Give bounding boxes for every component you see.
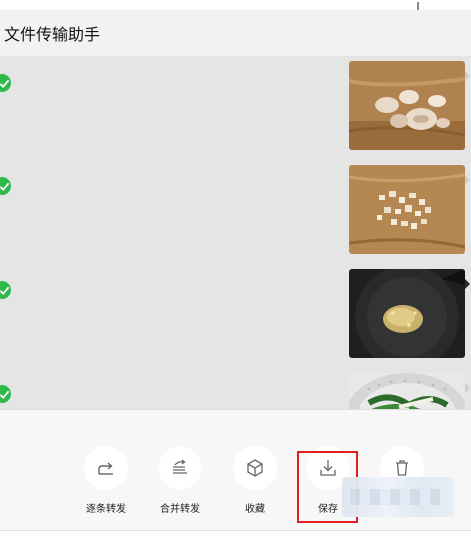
image-message-garlic-cloves[interactable] — [349, 61, 465, 150]
forward-icon[interactable] — [84, 446, 128, 490]
image-message-greens-in-colander[interactable] — [349, 373, 465, 409]
chat-title: 文件传输助手 — [4, 25, 101, 44]
merge-forward-icon[interactable] — [158, 446, 202, 490]
image-message-garlic-in-pan[interactable] — [349, 269, 465, 358]
bubble-tail — [465, 71, 470, 81]
forward-one-by-one-button[interactable]: 逐条转发 — [76, 446, 136, 515]
cube-icon[interactable] — [233, 446, 277, 490]
message-list[interactable] — [0, 57, 471, 409]
merge-forward-button[interactable]: 合并转发 — [150, 446, 210, 515]
merge-forward-label: 合并转发 — [160, 504, 200, 515]
message-row[interactable] — [0, 161, 471, 257]
blurred-overlay — [342, 477, 454, 517]
selected-check-icon[interactable] — [0, 74, 11, 92]
bubble-tail — [465, 175, 470, 185]
save-label: 保存 — [318, 504, 338, 515]
favorite-label: 收藏 — [245, 504, 265, 515]
top-edge-mark — [417, 2, 419, 10]
selected-check-icon[interactable] — [0, 177, 11, 195]
bubble-tail — [465, 279, 470, 289]
image-message-chopped-garlic[interactable] — [349, 165, 465, 254]
window-top-strip — [0, 0, 471, 10]
multi-select-action-bar: 逐条转发 合并转发 收藏 保存 — [0, 409, 471, 537]
message-row[interactable] — [0, 265, 471, 361]
bubble-tail — [465, 383, 470, 393]
forward-one-by-one-label: 逐条转发 — [86, 504, 126, 515]
message-row[interactable] — [0, 369, 471, 409]
favorite-button[interactable]: 收藏 — [225, 446, 285, 515]
chat-header: 文件传输助手 — [0, 10, 471, 57]
selected-check-icon[interactable] — [0, 281, 11, 299]
selected-check-icon[interactable] — [0, 385, 11, 403]
message-row[interactable] — [0, 57, 471, 153]
